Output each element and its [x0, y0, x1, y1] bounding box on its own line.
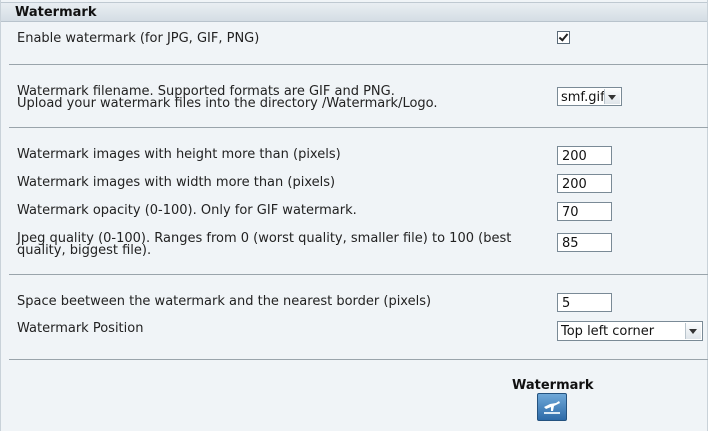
enable-watermark-checkbox[interactable]: [557, 31, 570, 44]
min-height-input[interactable]: 200: [557, 146, 612, 165]
chevron-down-icon: [685, 323, 701, 339]
divider: [9, 64, 708, 65]
watermark-button[interactable]: [537, 393, 567, 421]
opacity-label: Watermark opacity (0-100). Only for GIF …: [17, 203, 357, 218]
watermark-icon: [544, 401, 560, 414]
divider: [9, 127, 708, 128]
min-height-label: Watermark images with height more than (…: [17, 147, 341, 162]
border-space-label: Space beetween the watermark and the nea…: [17, 294, 432, 309]
panel-header: Watermark: [1, 2, 707, 22]
jpeg-quality-input[interactable]: 85: [557, 233, 612, 252]
chevron-down-icon: [604, 89, 620, 104]
watermark-filename-value: smf.gif: [561, 90, 605, 105]
divider: [9, 274, 708, 275]
border-space-input[interactable]: 5: [557, 293, 612, 312]
watermark-button-label: Watermark: [512, 378, 594, 393]
min-width-label: Watermark images with width more than (p…: [17, 175, 336, 190]
watermark-filename-hint: Upload your watermark files into the dir…: [17, 96, 438, 111]
min-width-input[interactable]: 200: [557, 174, 612, 193]
watermark-settings-panel: Watermark Enable watermark (for JPG, GIF…: [0, 0, 708, 431]
jpeg-quality-label-cont: quality, biggest file).: [17, 243, 152, 258]
watermark-position-label: Watermark Position: [17, 321, 144, 336]
watermark-position-select[interactable]: Top left corner: [557, 321, 703, 341]
watermark-position-value: Top left corner: [561, 324, 655, 339]
enable-watermark-label: Enable watermark (for JPG, GIF, PNG): [17, 31, 260, 46]
panel-title: Watermark: [15, 5, 97, 20]
watermark-filename-select[interactable]: smf.gif: [557, 87, 622, 106]
opacity-input[interactable]: 70: [557, 202, 612, 221]
divider: [9, 359, 708, 360]
